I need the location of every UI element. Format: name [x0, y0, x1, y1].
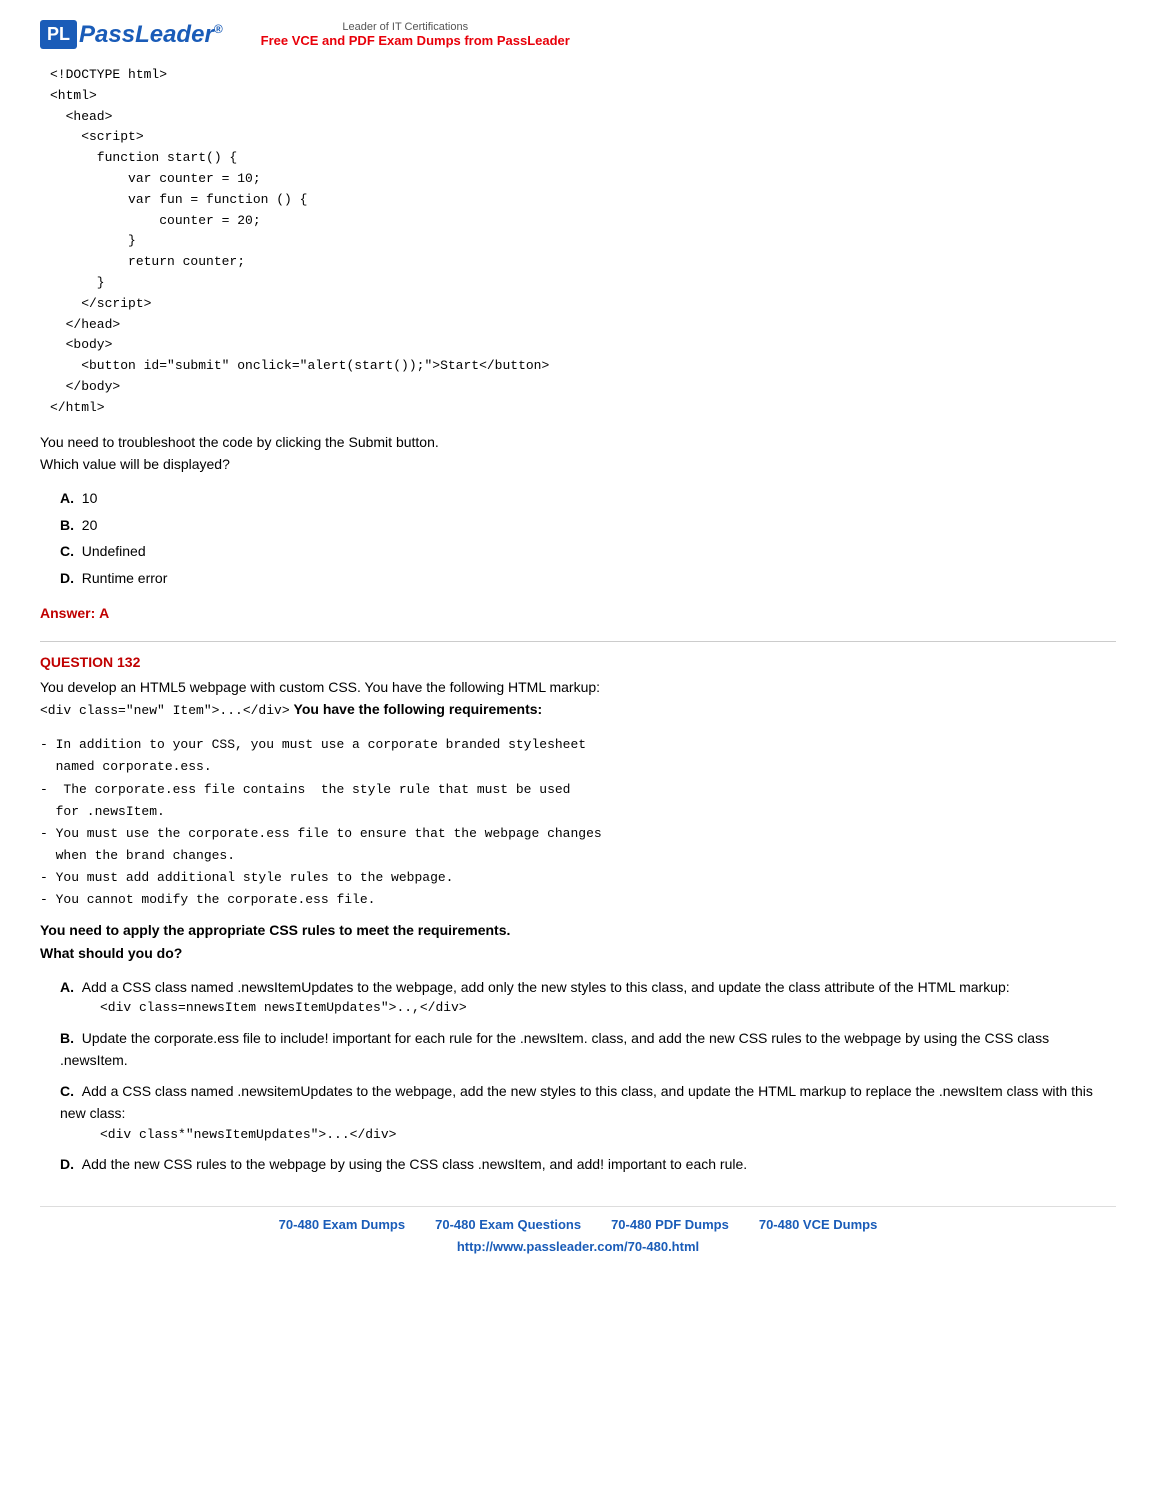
- q132-option-d: D. Add the new CSS rules to the webpage …: [60, 1153, 1116, 1175]
- q132-option-a: A. Add a CSS class named .newsItemUpdate…: [60, 976, 1116, 1019]
- logo-box: PL: [40, 20, 77, 49]
- q131-instruction: You need to troubleshoot the code by cli…: [40, 431, 1116, 476]
- q132-final-instructions: You need to apply the appropriate CSS ru…: [40, 919, 1116, 964]
- q131-options: A. 10 B. 20 C. Undefined D. Runtime erro…: [60, 487, 1116, 589]
- code-line-4: <script>: [50, 127, 1116, 148]
- logo-pl-text: PL: [47, 24, 70, 44]
- req-line-7: - You must add additional style rules to…: [40, 867, 1116, 889]
- page-footer: 70-480 Exam Dumps 70-480 Exam Questions …: [40, 1206, 1116, 1254]
- code-line-2: <html>: [50, 86, 1116, 107]
- q132-option-c: C. Add a CSS class named .newsitemUpdate…: [60, 1080, 1116, 1146]
- footer-links: 70-480 Exam Dumps 70-480 Exam Questions …: [40, 1217, 1116, 1232]
- q132-intro: You develop an HTML5 webpage with custom…: [40, 676, 1116, 722]
- leader-subtitle: Leader of IT Certifications: [241, 21, 570, 33]
- code-line-7: var fun = function () {: [50, 190, 1116, 211]
- code-line-9: }: [50, 231, 1116, 252]
- code-line-17: </html>: [50, 398, 1116, 419]
- code-line-8: counter = 20;: [50, 211, 1116, 232]
- code-line-1: <!DOCTYPE html>: [50, 65, 1116, 86]
- code-line-5: function start() {: [50, 148, 1116, 169]
- code-block: <!DOCTYPE html> <html> <head> <script> f…: [40, 65, 1116, 419]
- code-line-12: </script>: [50, 294, 1116, 315]
- code-line-11: }: [50, 273, 1116, 294]
- code-line-13: </head>: [50, 315, 1116, 336]
- q132-requirements: - In addition to your CSS, you must use …: [40, 734, 1116, 911]
- free-vce-text: Free VCE and PDF Exam Dumps from PassLea…: [261, 33, 570, 48]
- q132-header: QUESTION 132: [40, 654, 1116, 670]
- divider: [40, 641, 1116, 642]
- logo-passleader: PassLeader®: [79, 21, 223, 49]
- footer-link-pdf-dumps[interactable]: 70-480 PDF Dumps: [611, 1217, 729, 1232]
- footer-link-exam-dumps[interactable]: 70-480 Exam Dumps: [279, 1217, 405, 1232]
- req-line-4: for .newsItem.: [40, 801, 1116, 823]
- req-line-2: named corporate.ess.: [40, 756, 1116, 778]
- q132-option-b: B. Update the corporate.ess file to incl…: [60, 1027, 1116, 1072]
- footer-link-exam-questions[interactable]: 70-480 Exam Questions: [435, 1217, 581, 1232]
- option-a: A. 10: [60, 487, 1116, 509]
- code-line-16: </body>: [50, 377, 1116, 398]
- code-line-6: var counter = 10;: [50, 169, 1116, 190]
- code-line-14: <body>: [50, 335, 1116, 356]
- header-subtitle-area: Leader of IT Certifications Free VCE and…: [241, 21, 570, 48]
- code-line-15: <button id="submit" onclick="alert(start…: [50, 356, 1116, 377]
- option-c: C. Undefined: [60, 540, 1116, 562]
- req-line-5: - You must use the corporate.ess file to…: [40, 823, 1116, 845]
- req-line-1: - In addition to your CSS, you must use …: [40, 734, 1116, 756]
- q131-answer: Answer: A: [40, 605, 1116, 621]
- code-line-10: return counter;: [50, 252, 1116, 273]
- q132-markup: <div class="new" Item">...</div>: [40, 703, 290, 718]
- q132-options: A. Add a CSS class named .newsItemUpdate…: [60, 976, 1116, 1176]
- page-header: PL PassLeader® Leader of IT Certificatio…: [40, 20, 1116, 49]
- option-d: D. Runtime error: [60, 567, 1116, 589]
- footer-link-vce-dumps[interactable]: 70-480 VCE Dumps: [759, 1217, 878, 1232]
- q132-option-a-sub: <div class=nnewsItem newsItemUpdates">..…: [100, 998, 1116, 1019]
- req-line-6: when the brand changes.: [40, 845, 1116, 867]
- req-line-3: - The corporate.ess file contains the st…: [40, 779, 1116, 801]
- footer-url: http://www.passleader.com/70-480.html: [40, 1238, 1116, 1254]
- code-line-3: <head>: [50, 107, 1116, 128]
- req-line-8: - You cannot modify the corporate.ess fi…: [40, 889, 1116, 911]
- q132-option-c-sub: <div class*"newsItemUpdates">...</div>: [100, 1125, 1116, 1146]
- option-b: B. 20: [60, 514, 1116, 536]
